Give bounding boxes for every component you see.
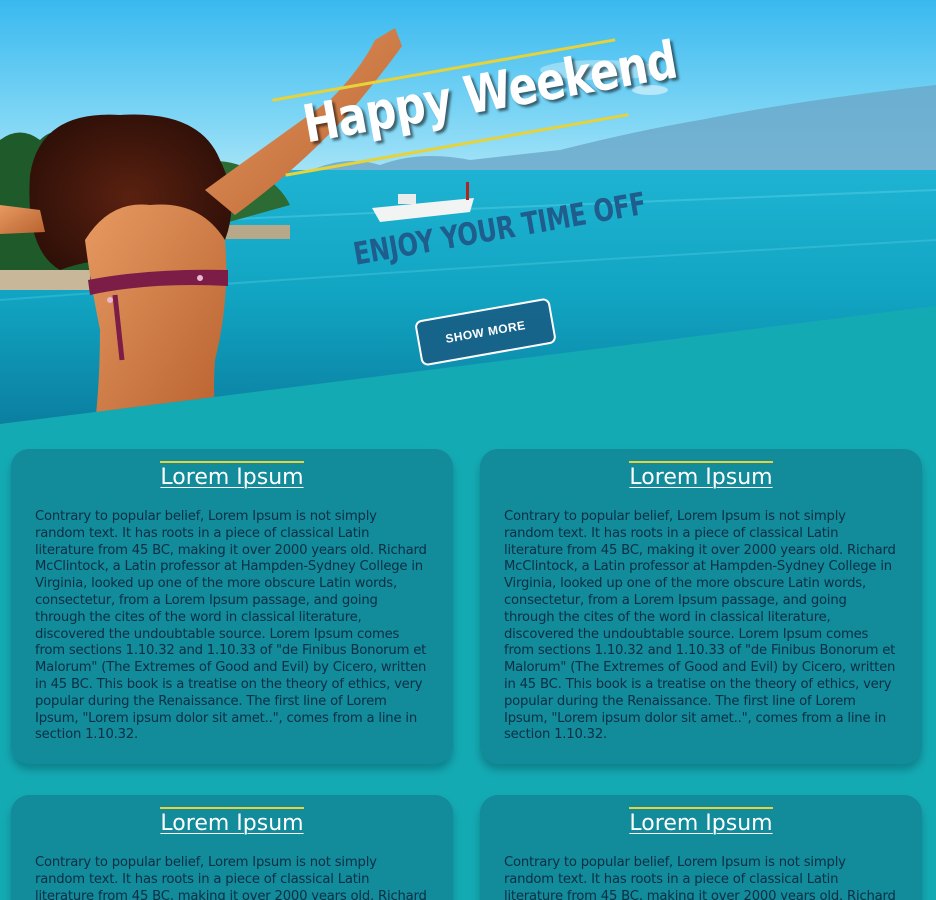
card-body-text: Contrary to popular belief, Lorem Ipsum …: [504, 509, 896, 743]
card-body-text: Contrary to popular belief, Lorem Ipsum …: [35, 855, 427, 900]
card-body-text: Contrary to popular belief, Lorem Ipsum …: [35, 509, 427, 743]
card-title-link[interactable]: Lorem Ipsum: [160, 461, 304, 490]
content-card: Lorem Ipsum Contrary to popular belief, …: [480, 795, 922, 900]
page: Happy Weekend ENJOY YOUR TIME OFF SHOW M…: [0, 0, 936, 900]
hero-banner: Happy Weekend ENJOY YOUR TIME OFF SHOW M…: [0, 0, 936, 424]
card-heading: Lorem Ipsum: [35, 461, 429, 499]
card-title-link[interactable]: Lorem Ipsum: [160, 807, 304, 836]
card-heading: Lorem Ipsum: [504, 807, 898, 845]
hero-title: Happy Weekend: [298, 30, 682, 156]
card-heading: Lorem Ipsum: [35, 807, 429, 845]
card-heading: Lorem Ipsum: [504, 461, 898, 499]
card-title-link[interactable]: Lorem Ipsum: [629, 807, 773, 836]
content-card: Lorem Ipsum Contrary to popular belief, …: [480, 449, 922, 764]
content-card: Lorem Ipsum Contrary to popular belief, …: [11, 795, 453, 900]
content-card: Lorem Ipsum Contrary to popular belief, …: [11, 449, 453, 764]
card-title-link[interactable]: Lorem Ipsum: [629, 461, 773, 490]
card-body-text: Contrary to popular belief, Lorem Ipsum …: [504, 855, 896, 900]
